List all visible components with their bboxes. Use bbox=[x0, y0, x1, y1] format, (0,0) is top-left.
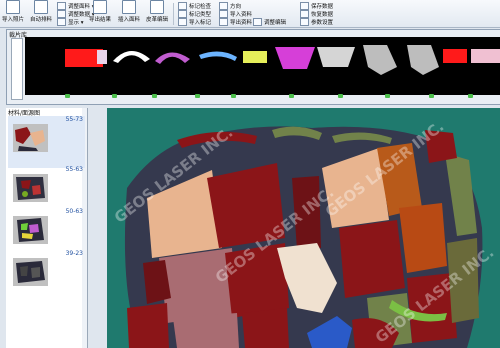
nesting-canvas[interactable]: GEOS LASER INC. GEOS LASER INC. GEOS LAS… bbox=[107, 108, 500, 348]
pieces-preview bbox=[65, 45, 500, 75]
material-item[interactable]: 55-73 bbox=[8, 116, 85, 168]
piece-12[interactable] bbox=[471, 49, 500, 63]
layout-piece[interactable] bbox=[399, 203, 447, 273]
import-info-button[interactable]: 导入资料 bbox=[219, 10, 252, 18]
mark-type-button[interactable]: 标记类型 bbox=[178, 10, 211, 18]
layout-piece[interactable] bbox=[127, 303, 169, 348]
piece-4[interactable] bbox=[155, 52, 190, 64]
material-item[interactable]: 39-23 bbox=[8, 250, 85, 302]
import-mark-button[interactable]: 导入标记 bbox=[178, 18, 211, 26]
piece-count-badge bbox=[231, 94, 236, 98]
piece-6[interactable] bbox=[243, 51, 267, 63]
layout-piece[interactable] bbox=[159, 248, 237, 323]
type-icon bbox=[178, 10, 187, 18]
recover-data-button[interactable]: 恢复数据 bbox=[300, 10, 333, 18]
nesting-layout bbox=[107, 108, 500, 348]
piece-8[interactable] bbox=[317, 47, 355, 67]
piece-count-badge bbox=[195, 94, 200, 98]
toolbar-ribbon: 导入照片 自动排料 调整面料 ▾ 调整数据 ▾ 显示 ▾ 导出结果 插入面料 皮… bbox=[0, 0, 500, 28]
material-thumbnail bbox=[13, 216, 48, 244]
layout-piece[interactable] bbox=[173, 313, 239, 348]
pieces-strip bbox=[25, 37, 500, 95]
material-thumbnail bbox=[13, 258, 48, 286]
auto-material-button[interactable]: 自动排料 bbox=[30, 0, 52, 23]
piece-count-badge bbox=[65, 94, 70, 98]
edit-icon bbox=[253, 18, 262, 26]
piece-7[interactable] bbox=[275, 47, 315, 69]
import-info-icon bbox=[219, 10, 228, 18]
check-icon bbox=[178, 2, 187, 10]
materials-panel: 材料/面源图 55-73 55-63 50-63 39-23 bbox=[6, 108, 88, 348]
piece-5[interactable] bbox=[199, 51, 237, 61]
piece-count-badge bbox=[112, 94, 117, 98]
piece-10[interactable] bbox=[407, 45, 439, 75]
export-button[interactable]: 导出结果 bbox=[89, 0, 111, 23]
piece-2[interactable] bbox=[97, 50, 107, 64]
pieces-panel: 裁片库 bbox=[6, 29, 500, 105]
pieces-side-thumbnail[interactable] bbox=[11, 38, 23, 100]
data-icon bbox=[57, 10, 66, 18]
fabric-edit-button[interactable]: 皮革编辑 bbox=[146, 0, 168, 23]
ribbon-separator bbox=[173, 3, 174, 25]
piece-11[interactable] bbox=[443, 49, 467, 63]
material-thumbnail bbox=[13, 124, 48, 152]
mark-check-button[interactable]: 标记检查 bbox=[178, 2, 211, 10]
auto-icon bbox=[34, 0, 48, 14]
save-icon bbox=[300, 2, 309, 10]
file-import-icon bbox=[6, 0, 20, 14]
export-icon bbox=[93, 0, 107, 14]
insert-icon bbox=[122, 0, 136, 14]
direction-button[interactable]: 方向 bbox=[219, 2, 241, 10]
display-icon bbox=[57, 18, 66, 26]
direction-icon bbox=[219, 2, 228, 10]
params-button[interactable]: 参数设置 bbox=[300, 18, 333, 26]
adjust-edit-button[interactable]: 调整编辑 bbox=[253, 18, 286, 26]
show-menu[interactable]: 显示 ▾ bbox=[57, 18, 84, 26]
settings-icon bbox=[300, 18, 309, 26]
piece-count-badge bbox=[468, 94, 473, 98]
import-button[interactable]: 导入照片 bbox=[2, 0, 24, 23]
layout-piece[interactable] bbox=[242, 308, 289, 348]
mark-icon bbox=[178, 18, 187, 26]
insert-material-button[interactable]: 插入面料 bbox=[118, 0, 140, 23]
save-data-button[interactable]: 保存数据 bbox=[300, 2, 333, 10]
export-info-button[interactable]: 导出资料 bbox=[219, 18, 252, 26]
piece-count-badge bbox=[289, 94, 294, 98]
piece-count-badge bbox=[429, 94, 434, 98]
piece-count-badge bbox=[152, 94, 157, 98]
piece-3[interactable] bbox=[113, 50, 150, 63]
piece-9[interactable] bbox=[363, 45, 397, 75]
restore-icon bbox=[300, 10, 309, 18]
export-info-icon bbox=[219, 18, 228, 26]
layout-piece[interactable] bbox=[339, 220, 405, 298]
piece-count-badge bbox=[338, 94, 343, 98]
material-icon bbox=[57, 2, 66, 10]
piece-count-badge bbox=[385, 94, 390, 98]
material-thumbnail bbox=[13, 174, 48, 202]
fabric-icon bbox=[150, 0, 164, 14]
